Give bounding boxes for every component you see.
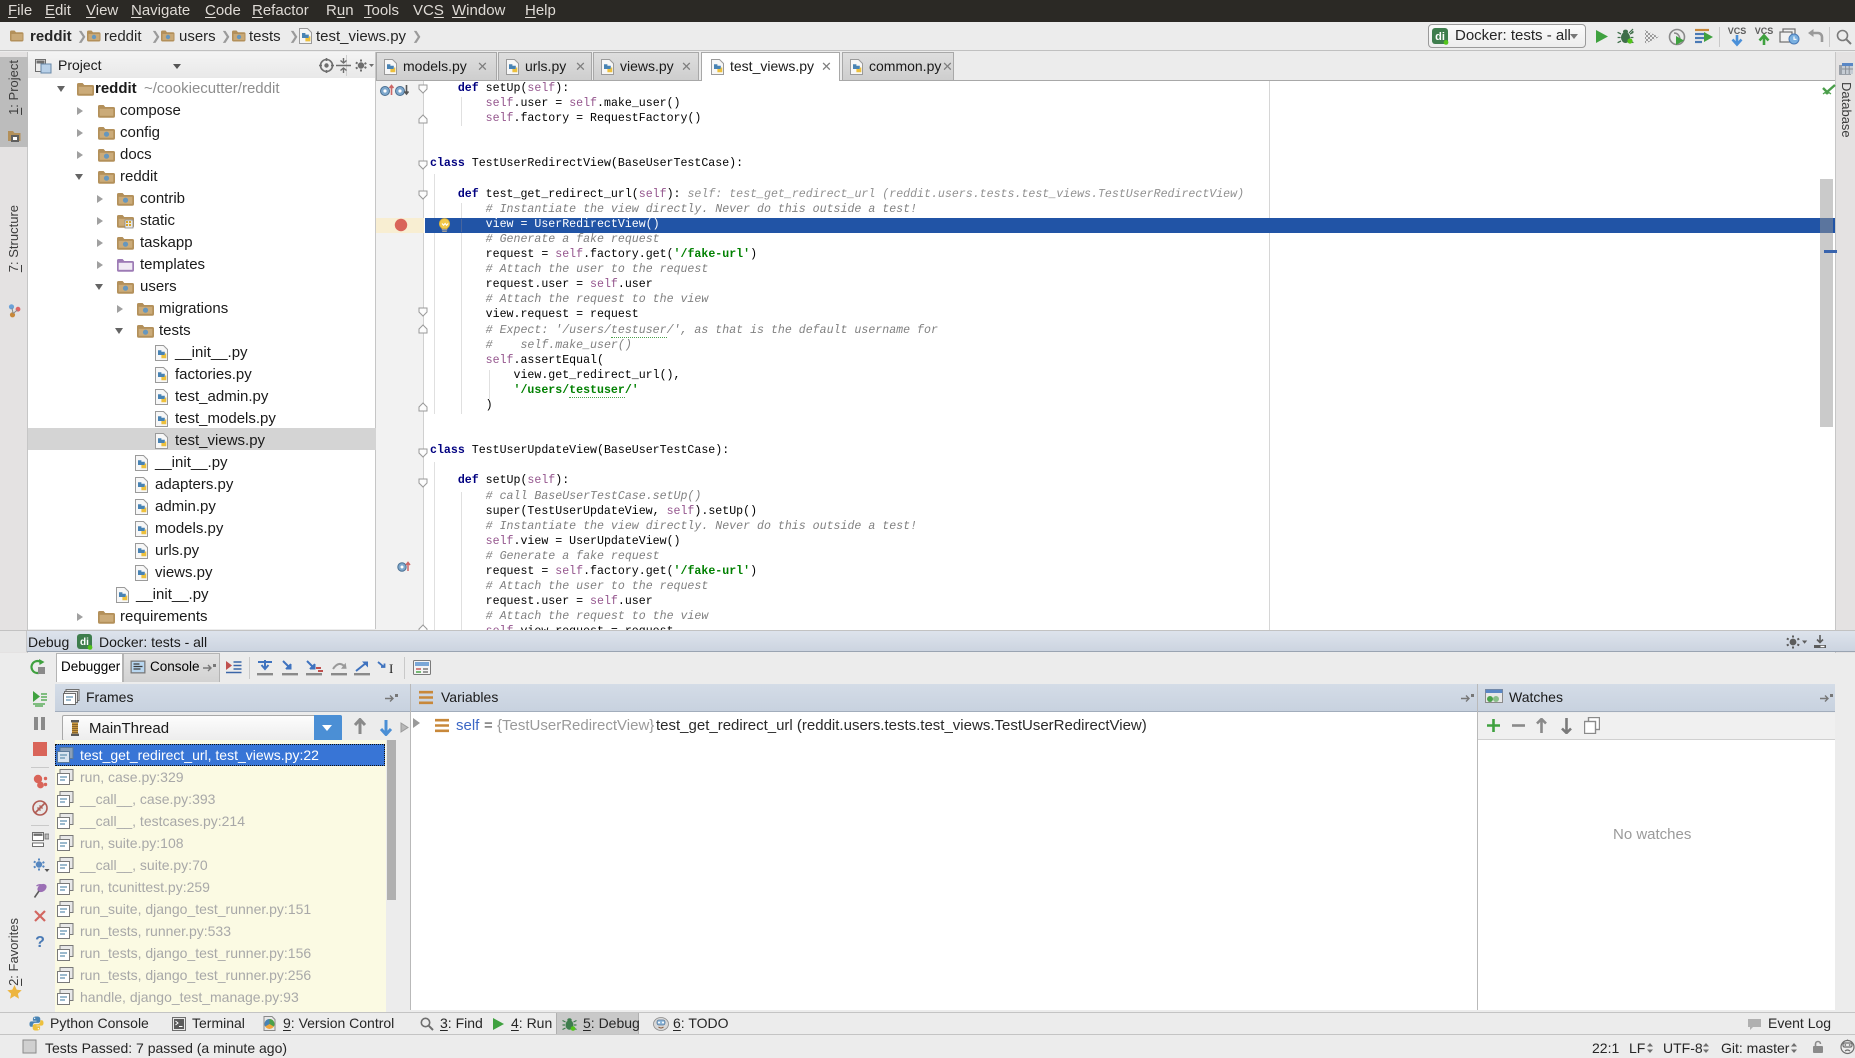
svg-text:I: I bbox=[389, 661, 393, 676]
svg-text:di: di bbox=[1435, 31, 1445, 43]
svg-text:VCS: VCS bbox=[1728, 26, 1747, 36]
svg-text:?: ? bbox=[35, 934, 45, 949]
svg-text:di: di bbox=[80, 637, 89, 648]
